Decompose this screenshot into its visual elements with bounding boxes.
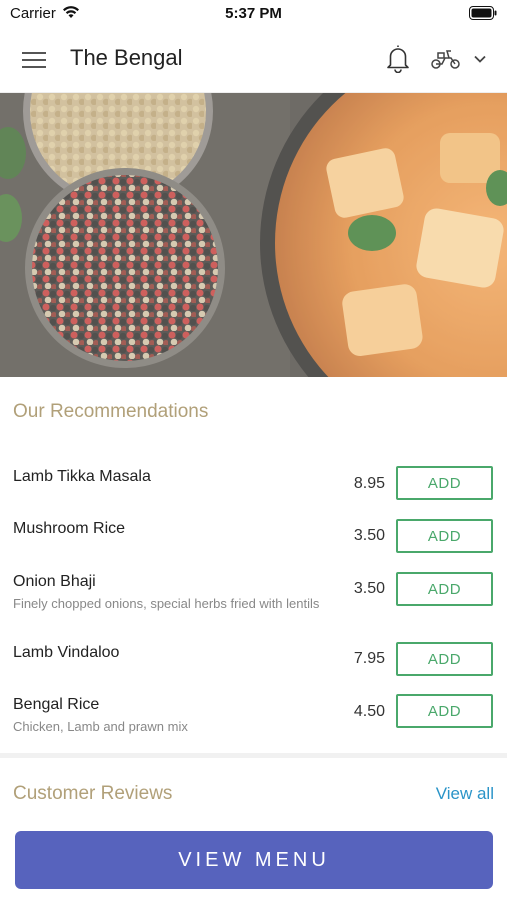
item-price: 4.50 (353, 703, 385, 720)
item-name: Onion Bhaji (13, 573, 96, 590)
add-button[interactable]: ADD (396, 694, 493, 728)
item-price: 7.95 (353, 650, 385, 667)
item-price: 3.50 (353, 580, 385, 597)
status-bar: Carrier 5:37 PM (0, 0, 507, 28)
status-time: 5:37 PM (225, 5, 282, 22)
scooter-icon[interactable] (430, 47, 462, 71)
chevron-down-icon[interactable] (472, 53, 488, 65)
item-name: Lamb Vindaloo (13, 644, 120, 661)
item-description: Finely chopped onions, special herbs fri… (13, 596, 320, 611)
item-name: Mushroom Rice (13, 520, 126, 537)
menu-icon[interactable] (22, 49, 48, 71)
app-screen: Carrier 5:37 PM The Bengal Our Recommend… (0, 0, 507, 900)
page-title: The Bengal (70, 45, 183, 70)
battery-icon (469, 6, 497, 20)
section-divider (0, 753, 507, 758)
add-button[interactable]: ADD (396, 466, 493, 500)
hero-image (0, 93, 507, 377)
app-header: The Bengal (0, 28, 507, 93)
view-menu-button[interactable]: VIEW MENU (15, 831, 493, 889)
reviews-title: Customer Reviews (13, 783, 173, 804)
item-name: Bengal Rice (13, 696, 100, 713)
food-photo (0, 93, 507, 377)
view-all-link[interactable]: View all (436, 784, 494, 804)
item-description: Chicken, Lamb and prawn mix (13, 719, 188, 734)
item-price: 3.50 (353, 527, 385, 544)
recommendations-title: Our Recommendations (13, 401, 209, 422)
add-button[interactable]: ADD (396, 642, 493, 676)
item-price: 8.95 (353, 475, 385, 492)
add-button[interactable]: ADD (396, 572, 493, 606)
item-name: Lamb Tikka Masala (13, 468, 151, 485)
bell-icon[interactable] (384, 43, 412, 73)
add-button[interactable]: ADD (396, 519, 493, 553)
